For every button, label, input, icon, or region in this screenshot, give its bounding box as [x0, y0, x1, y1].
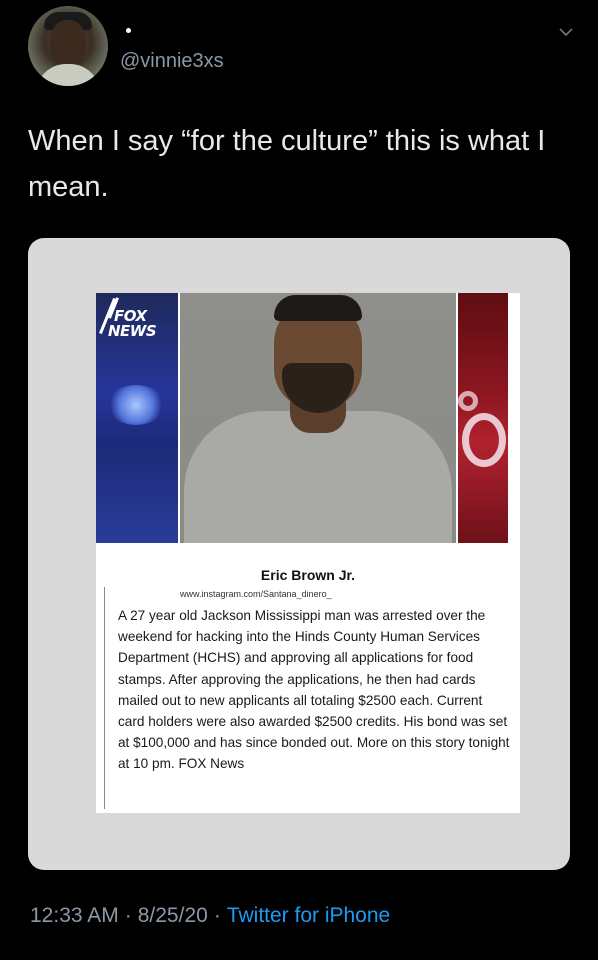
mugshot-hair — [274, 295, 362, 321]
separator: · — [124, 904, 132, 927]
handcuff-icon — [458, 391, 478, 411]
handcuff-icon — [462, 413, 506, 467]
handcuffs-panel — [458, 293, 508, 543]
mugshot-photo — [180, 293, 456, 543]
display-name[interactable] — [126, 28, 131, 33]
news-photo-strip: FOX NEWS — [96, 293, 520, 543]
tweet-time[interactable]: 12:33 AM — [30, 904, 119, 927]
tweet-media[interactable]: FOX NEWS Eric Brown Jr. www.instagram.co… — [28, 238, 570, 870]
news-caption: Eric Brown Jr. www.instagram.com/Santana… — [96, 543, 520, 813]
fox-news-panel: FOX NEWS — [96, 293, 178, 543]
avatar-shirt — [36, 64, 100, 86]
avatar[interactable] — [28, 6, 108, 86]
caption-divider — [104, 587, 105, 809]
tweet-header: @vinnie3xs — [28, 6, 588, 86]
news-story: A 27 year old Jackson Mississippi man wa… — [118, 608, 510, 772]
avatar-face — [50, 20, 86, 66]
separator: · — [213, 904, 221, 927]
chevron-down-icon[interactable] — [558, 24, 574, 40]
tweet-source-link[interactable]: Twitter for iPhone — [227, 904, 390, 927]
user-handle[interactable]: @vinnie3xs — [120, 50, 224, 73]
fox-news-logo: FOX NEWS — [98, 295, 158, 345]
person-name: Eric Brown Jr. — [260, 567, 356, 583]
source-url: www.instagram.com/Santana_dinero_ — [180, 589, 332, 599]
logo-line-news: NEWS — [108, 322, 157, 340]
tweet-timestamp: 12:33 AM · 8/25/20 · Twitter for iPhone — [30, 904, 390, 928]
tweet-text: When I say “for the culture” this is wha… — [28, 125, 546, 203]
glow-decoration — [108, 385, 164, 425]
tweet-date[interactable]: 8/25/20 — [138, 904, 208, 927]
